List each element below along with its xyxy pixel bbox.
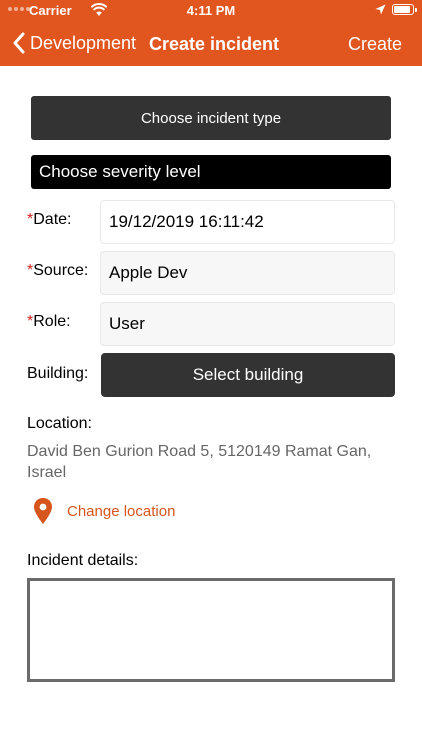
source-value: Apple Dev (109, 263, 188, 282)
location-label: Location: (27, 415, 92, 432)
incident-details-label: Incident details: (27, 552, 139, 569)
incident-details-textarea[interactable] (27, 578, 395, 682)
header: Carrier 4:11 PM Development Create incid… (0, 0, 422, 66)
building-label: Building: (27, 365, 89, 382)
date-label: *Date: (27, 211, 72, 228)
role-field[interactable]: User (100, 302, 395, 346)
battery-icon (392, 4, 417, 15)
date-value: 19/12/2019 16:11:42 (109, 212, 264, 231)
change-location-link[interactable]: Change location (33, 497, 175, 525)
clock: 4:11 PM (186, 3, 236, 18)
location-arrow-icon (375, 4, 386, 15)
page-title: Create incident (149, 34, 280, 54)
create-incident-screen: Carrier 4:11 PM Development Create incid… (0, 0, 422, 750)
navigation-bar: Development Create incident Create (0, 22, 422, 66)
role-value: User (109, 314, 145, 333)
change-location-label: Change location (67, 502, 176, 520)
map-pin-icon (34, 498, 52, 524)
source-label: *Source: (27, 262, 89, 279)
severity-label: Choose severity level (39, 162, 201, 181)
create-button[interactable]: Create (348, 34, 402, 55)
date-field[interactable]: 19/12/2019 16:11:42 (100, 200, 395, 244)
severity-level-select[interactable]: Choose severity level (31, 155, 391, 189)
role-label: *Role: (27, 313, 71, 330)
battery-fill (394, 6, 411, 13)
select-building-button[interactable]: Select building (101, 353, 395, 397)
choose-incident-type-button[interactable]: Choose incident type (31, 96, 391, 140)
back-button[interactable]: Development (12, 32, 136, 54)
back-label: Development (30, 32, 137, 53)
status-bar: Carrier 4:11 PM (0, 0, 422, 22)
source-field[interactable]: Apple Dev (100, 251, 395, 295)
address-text: David Ben Gurion Road 5, 5120149 Ramat G… (27, 443, 372, 481)
chevron-left-icon (13, 32, 25, 54)
